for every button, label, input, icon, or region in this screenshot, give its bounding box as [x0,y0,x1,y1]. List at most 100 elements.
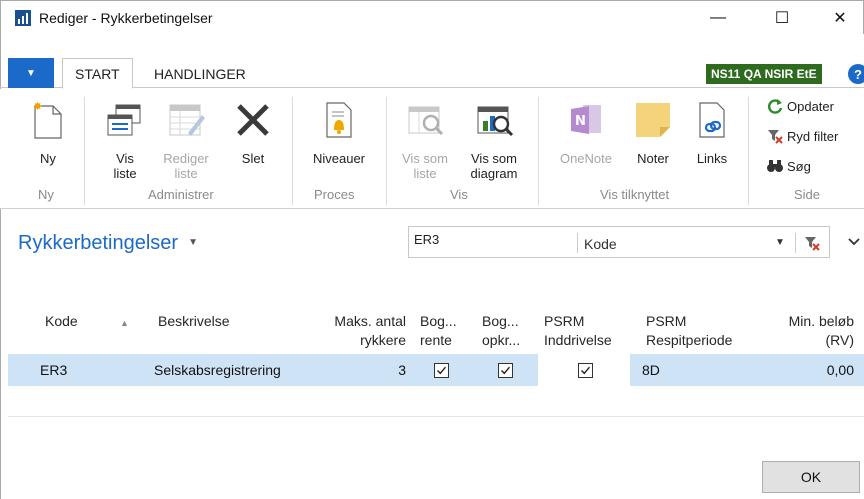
app-icon [15,10,31,26]
cell-psrm-inddrivelse[interactable] [538,354,630,386]
filter-divider [577,233,578,253]
search-label: Søg [787,158,811,174]
header-maks-line1: Maks. antal [334,313,406,329]
cell-min-belob[interactable]: 0,00 [748,362,854,378]
group-label-vis: Vis [450,187,468,202]
filter-divider [795,233,796,253]
group-separator [292,97,293,205]
title-bar: Rediger - Rykkerbetingelser — ☐ ✕ [0,0,864,34]
refresh-button[interactable]: Opdater [766,98,834,114]
delete-button[interactable]: Slet [228,89,278,166]
chevron-down-icon: ▼ [188,237,198,248]
header-kode[interactable]: Kode [45,312,78,331]
edit-list-button[interactable]: Rediger liste [156,89,216,181]
close-button[interactable]: ✕ [817,5,863,31]
cell-psrm-respitperiode[interactable]: 8D [642,362,660,378]
show-as-list-icon [405,97,445,143]
ok-button[interactable]: OK [762,461,860,493]
checkbox-bog-opkr[interactable] [498,363,513,378]
table-row[interactable]: ER3 Selskabsregistrering 3 8D 0,00 [8,354,864,386]
group-separator [748,97,749,205]
show-as-chart-label: Vis som diagram [470,151,518,181]
cell-kode[interactable]: ER3 [40,362,67,378]
header-maks-line2: rykkere [360,332,406,348]
show-as-list-button[interactable]: Vis som liste [394,89,456,181]
view-list-label: Vis liste [113,151,137,181]
header-min-belob[interactable]: Min. beløb (RV) [748,312,854,350]
links-icon [692,97,732,143]
header-bog-opkr[interactable]: Bog... opkr... [482,312,520,350]
tab-handlinger[interactable]: HANDLINGER [142,58,258,89]
show-as-chart-button[interactable]: Vis som diagram [462,89,526,181]
edit-list-label: Rediger liste [163,151,209,181]
onenote-button[interactable]: N OneNote [550,89,622,166]
show-as-list-label: Vis som liste [402,151,448,181]
clear-filter-icon [766,128,784,144]
company-badge[interactable]: NS11 QA NSIR EtE [706,64,822,84]
binoculars-icon [766,158,784,174]
header-psrm-inddrivelse[interactable]: PSRM Inddrivelse [544,312,612,350]
view-list-button[interactable]: Vis liste [100,89,150,181]
links-label: Links [696,151,728,166]
page-title[interactable]: Rykkerbetingelser ▼ [18,232,198,255]
header-beskrivelse-label: Beskrivelse [158,313,230,329]
file-menu-button[interactable]: ▼ [8,58,54,88]
check-icon [437,366,447,375]
tab-start[interactable]: START [62,58,133,89]
clear-filter-button[interactable]: Ryd filter [766,128,838,144]
svg-text:✸: ✸ [33,100,42,113]
header-minbelob-line1: Min. beløb [788,313,854,329]
header-kode-label: Kode [45,313,78,329]
search-button[interactable]: Søg [766,158,811,174]
refresh-icon [766,98,784,114]
maximize-button[interactable]: ☐ [759,5,805,31]
checkbox-bog-rente[interactable] [434,363,449,378]
expand-filter-icon[interactable] [848,234,860,249]
onenote-label: OneNote [559,151,613,166]
onenote-icon: N [566,97,606,143]
delete-icon [233,97,273,143]
row-divider [8,416,864,417]
header-bogrente-line1: Bog... [420,313,457,329]
help-icon[interactable]: ? [848,64,864,84]
header-psrmresp-line1: PSRM [646,313,687,329]
header-bogopkr-line1: Bog... [482,313,519,329]
notes-button[interactable]: Noter [628,89,678,166]
filter-value-input[interactable]: ER3 [414,232,439,247]
header-psrmind-line1: PSRM [544,313,585,329]
chevron-down-icon: ▼ [26,67,36,79]
levels-button[interactable]: Niveauer [304,89,374,166]
header-bog-rente[interactable]: Bog... rente [420,312,457,350]
cell-beskrivelse[interactable]: Selskabsregistrering [154,362,281,378]
chevron-down-icon[interactable]: ▼ [775,237,785,248]
cell-maks-antal[interactable]: 3 [308,362,406,378]
levels-icon [319,97,359,143]
new-document-icon: ✸ [28,97,68,143]
group-separator [84,97,85,205]
refresh-label: Opdater [787,98,834,114]
notes-label: Noter [637,151,669,166]
header-beskrivelse[interactable]: Beskrivelse [158,312,230,331]
group-label-proces: Proces [314,187,355,202]
new-button[interactable]: ✸ Ny [26,89,70,166]
header-minbelob-line2: (RV) [825,332,854,348]
header-psrmresp-line2: Respitperiode [646,332,733,348]
header-psrm-respitperiode[interactable]: PSRM Respitperiode [646,312,732,350]
svg-text:N: N [575,114,586,129]
header-bogrente-line2: rente [420,332,452,348]
show-as-chart-icon [474,97,514,143]
levels-label: Niveauer [312,151,366,166]
clear-filter-icon[interactable] [804,235,820,254]
window-title: Rediger - Rykkerbetingelser [39,10,213,26]
minimize-button[interactable]: — [695,5,741,31]
header-psrmind-line2: Inddrivelse [544,332,612,348]
links-button[interactable]: Links [688,89,736,166]
check-icon [501,366,511,375]
checkbox-psrm-inddrivelse[interactable] [578,363,593,378]
header-maks-antal[interactable]: Maks. antal rykkere [304,312,406,350]
view-list-icon [105,97,145,143]
filter-field-select[interactable]: Kode [584,236,617,252]
group-separator [538,97,539,205]
group-label-administrer: Administrer [148,187,214,202]
sort-ascending-icon: ▲ [120,318,129,328]
